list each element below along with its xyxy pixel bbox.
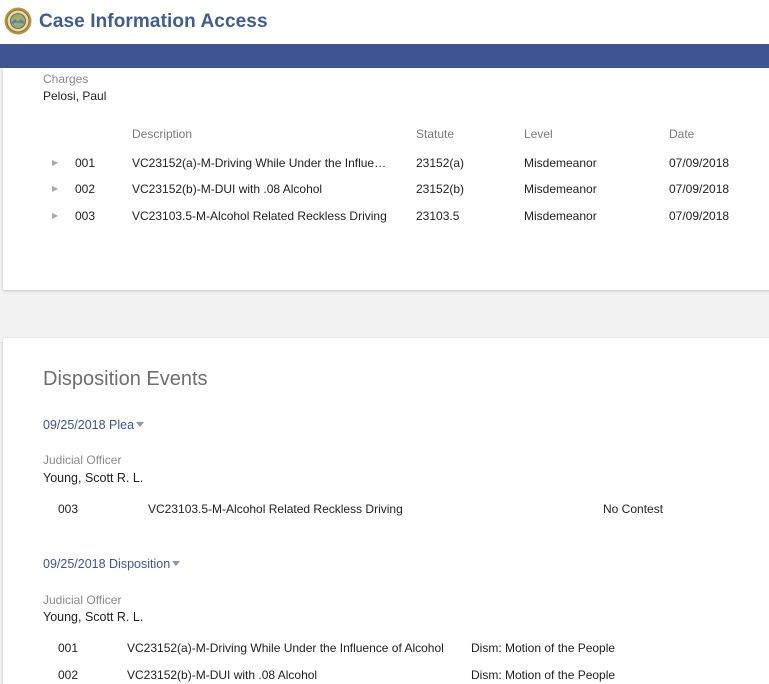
expand-row-icon[interactable]: ▶: [52, 182, 58, 196]
event-link-label[interactable]: 09/25/2018 Plea: [43, 418, 134, 432]
navigation-bar: [0, 44, 769, 68]
event-charge-row: 001 VC23152(a)-M-Driving While Under the…: [3, 641, 763, 665]
charge-date: 07/09/2018: [669, 182, 730, 196]
expand-row-icon[interactable]: ▶: [52, 156, 58, 170]
caret-down-icon[interactable]: [136, 422, 145, 428]
charge-number: 003: [58, 502, 79, 516]
charge-statute: 23152(a): [416, 156, 465, 170]
charge-date: 07/09/2018: [669, 156, 730, 170]
charges-label: Charges: [43, 72, 89, 86]
charge-row[interactable]: ▶ 001 VC23152(a)-M-Driving While Under t…: [3, 156, 763, 180]
expand-row-icon[interactable]: ▶: [52, 209, 58, 223]
charge-row[interactable]: ▶ 003 VC23103.5-M-Alcohol Related Reckle…: [3, 209, 763, 233]
charge-statute: 23103.5: [416, 209, 460, 223]
defendant-name: Pelosi, Paul: [43, 89, 107, 103]
charge-number: 001: [58, 641, 79, 655]
event-charge-row: 002 VC23152(b)-M-DUI with .08 Alcohol Di…: [3, 668, 763, 684]
event-link-label[interactable]: 09/25/2018 Disposition: [43, 557, 170, 571]
charge-description: VC23103.5-M-Alcohol Related Reckless Dri…: [132, 209, 387, 223]
event-toggle-disposition[interactable]: 09/25/2018 Disposition: [43, 557, 181, 571]
column-header-date: Date: [669, 127, 695, 141]
section-title: Disposition Events: [43, 368, 208, 390]
state-seal-icon: [4, 7, 32, 35]
judicial-officer-label: Judicial Officer: [43, 453, 122, 467]
plea-result: No Contest: [603, 502, 664, 516]
event-toggle-plea[interactable]: 09/25/2018 Plea: [43, 418, 145, 432]
disposition-result: Dism: Motion of the People: [471, 641, 616, 655]
charge-number: 002: [75, 182, 96, 196]
charge-description: VC23152(a)-M-Driving While Under the Inf…: [132, 156, 387, 170]
column-header-statute: Statute: [416, 127, 455, 141]
app-header: Case Information Access: [0, 0, 769, 44]
event-charge-row: 003 VC23103.5-M-Alcohol Related Reckless…: [3, 502, 763, 526]
charge-number: 001: [75, 156, 96, 170]
charge-description: VC23152(b)-M-DUI with .08 Alcohol: [127, 668, 318, 682]
charge-description: VC23152(b)-M-DUI with .08 Alcohol: [132, 182, 323, 196]
charge-number: 002: [58, 668, 79, 682]
charge-date: 07/09/2018: [669, 209, 730, 223]
disposition-card: Disposition Events 09/25/2018 Plea Judic…: [3, 338, 769, 684]
judicial-officer-name: Young, Scott R. L.: [43, 610, 144, 624]
caret-down-icon[interactable]: [172, 561, 181, 567]
charge-level: Misdemeanor: [524, 156, 597, 170]
charge-description: VC23103.5-M-Alcohol Related Reckless Dri…: [148, 502, 403, 516]
charge-statute: 23152(b): [416, 182, 465, 196]
charge-level: Misdemeanor: [524, 182, 597, 196]
judicial-officer-label: Judicial Officer: [43, 593, 122, 607]
judicial-officer-name: Young, Scott R. L.: [43, 471, 144, 485]
column-header-level: Level: [524, 127, 553, 141]
app-title: Case Information Access: [39, 11, 268, 32]
charge-row[interactable]: ▶ 002 VC23152(b)-M-DUI with .08 Alcohol …: [3, 182, 763, 206]
charges-card: Charges Pelosi, Paul Description Statute…: [3, 68, 769, 290]
charge-number: 003: [75, 209, 96, 223]
charge-level: Misdemeanor: [524, 209, 597, 223]
disposition-result: Dism: Motion of the People: [471, 668, 616, 682]
column-header-description: Description: [132, 127, 193, 141]
charge-description: VC23152(a)-M-Driving While Under the Inf…: [127, 641, 444, 655]
